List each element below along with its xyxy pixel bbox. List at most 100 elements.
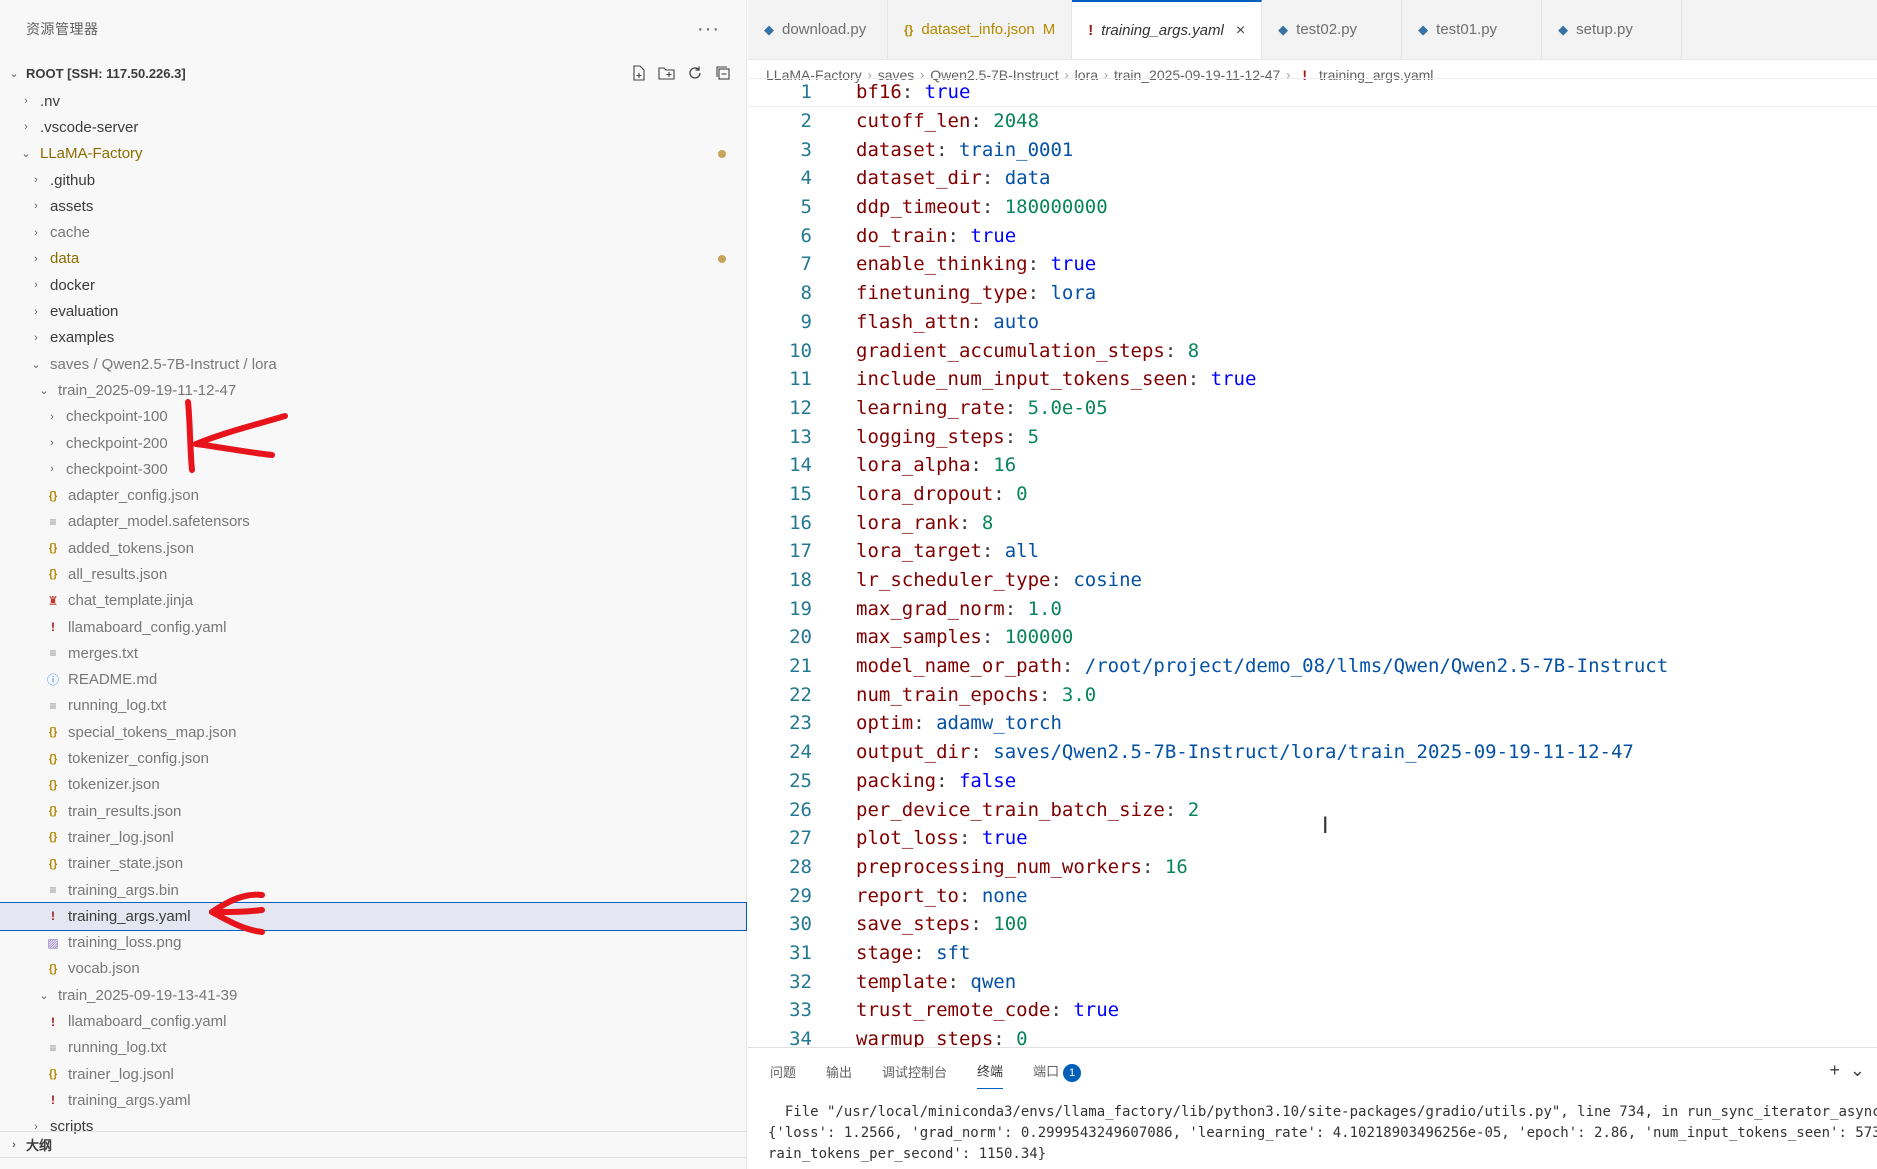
yaml-file-icon: ! bbox=[51, 909, 55, 924]
tree-file[interactable]: ⓘ README.md bbox=[0, 667, 746, 693]
tree-file[interactable]: {} trainer_state.json bbox=[0, 851, 746, 877]
python-file-icon: ◆ bbox=[764, 21, 774, 37]
editor-tab[interactable]: {} dataset_info.json M bbox=[888, 0, 1073, 59]
tree-file[interactable]: ≡ merges.txt bbox=[0, 640, 746, 666]
chevron-right-icon: › bbox=[24, 95, 28, 108]
line-number: 15 bbox=[789, 482, 812, 505]
panel-tab[interactable]: 端口 1 bbox=[1033, 1053, 1082, 1090]
tree-file[interactable]: ! training_args.yaml bbox=[0, 1087, 746, 1113]
yaml-key: include_num_input_tokens_seen bbox=[856, 368, 1188, 391]
code-text: packing: false bbox=[856, 769, 1017, 792]
yaml-key: template bbox=[856, 970, 948, 993]
tree-file[interactable]: ! llamaboard_config.yaml bbox=[0, 1008, 746, 1034]
more-actions-icon[interactable]: ··· bbox=[697, 18, 720, 41]
workspace-root-row[interactable]: ⌄ ROOT [SSH: 117.50.226.3] bbox=[0, 58, 746, 88]
tree-file[interactable]: {} tokenizer.json bbox=[0, 772, 746, 798]
tree-folder[interactable]: ⌄ LLaMA-Factory bbox=[0, 141, 746, 167]
tree-file[interactable]: ! llamaboard_config.yaml bbox=[0, 614, 746, 640]
tree-item-label: adapter_model.safetensors bbox=[68, 513, 250, 531]
yaml-key: packing bbox=[856, 769, 937, 792]
tree-file[interactable]: {} all_results.json bbox=[0, 561, 746, 587]
tree-folder[interactable]: › examples bbox=[0, 325, 746, 351]
editor-tab[interactable]: ◆ download.py bbox=[748, 0, 888, 59]
editor-tab[interactable]: ◆ setup.py bbox=[1542, 0, 1683, 59]
tree-folder[interactable]: › data bbox=[0, 246, 746, 272]
yaml-key: num_train_epochs bbox=[856, 683, 1040, 706]
tree-file[interactable]: ≡ training_args.bin bbox=[0, 877, 746, 903]
tree-file[interactable]: {} adapter_config.json bbox=[0, 482, 746, 508]
tree-file[interactable]: {} added_tokens.json bbox=[0, 535, 746, 561]
tree-folder[interactable]: › assets bbox=[0, 193, 746, 219]
new-terminal-icon[interactable]: + bbox=[1829, 1060, 1840, 1081]
panel-tab[interactable]: 调试控制台 bbox=[882, 1054, 947, 1089]
tree-file[interactable]: ≡ adapter_model.safetensors bbox=[0, 509, 746, 535]
code-text: bf16: true bbox=[856, 81, 971, 104]
tree-folder[interactable]: › .github bbox=[0, 167, 746, 193]
tree-folder[interactable]: › checkpoint-200 bbox=[0, 430, 746, 456]
tree-file[interactable]: {} trainer_log.jsonl bbox=[0, 824, 746, 850]
code-text: trust_remote_code: true bbox=[856, 999, 1120, 1022]
panel-tab[interactable]: 输出 bbox=[826, 1054, 852, 1089]
chevron-right-icon: › bbox=[34, 252, 38, 265]
tree-item-label: examples bbox=[50, 329, 115, 347]
yaml-value: true bbox=[924, 81, 971, 104]
tree-file[interactable]: ≡ running_log.txt bbox=[0, 1035, 746, 1061]
code-line: 12 learning_rate: 5.0e-05 bbox=[748, 394, 1877, 423]
tree-item-label: .github bbox=[50, 171, 96, 189]
yaml-key: preprocessing_num_workers bbox=[856, 855, 1142, 878]
tree-file[interactable]: ▨ training_loss.png bbox=[0, 930, 746, 956]
code-text: lora_dropout: 0 bbox=[856, 482, 1028, 505]
json-file-icon: {} bbox=[48, 489, 58, 502]
tree-file[interactable]: {} trainer_log.jsonl bbox=[0, 1061, 746, 1087]
chevron-down-icon[interactable]: ⌄ bbox=[1850, 1060, 1865, 1081]
editor-tab[interactable]: ◆ test02.py bbox=[1262, 0, 1403, 59]
python-file-icon: ◆ bbox=[1418, 21, 1429, 37]
tab-label: training_args.yaml bbox=[1101, 22, 1224, 39]
yaml-key: lr_scheduler_type bbox=[856, 569, 1051, 592]
tree-item-label: chat_template.jinja bbox=[68, 592, 194, 610]
panel-tab[interactable]: 终端 bbox=[977, 1053, 1004, 1089]
yaml-value: false bbox=[958, 769, 1017, 792]
panel-tab[interactable]: 问题 bbox=[770, 1054, 796, 1089]
tree-folder[interactable]: ⌄ train_2025-09-19-13-41-39 bbox=[0, 982, 746, 1008]
tree-folder[interactable]: › docker bbox=[0, 272, 746, 298]
tree-file[interactable]: ≡ running_log.txt bbox=[0, 693, 746, 719]
close-icon[interactable]: × bbox=[1236, 22, 1245, 40]
yaml-value: lora bbox=[1050, 282, 1097, 305]
line-number: 28 bbox=[789, 855, 812, 878]
new-folder-icon[interactable] bbox=[658, 64, 676, 82]
line-number: 14 bbox=[789, 454, 812, 477]
tree-file[interactable]: {} tokenizer_config.json bbox=[0, 745, 746, 771]
tree-file[interactable]: {} special_tokens_map.json bbox=[0, 719, 746, 745]
terminal-line: {'loss': 1.2566, 'grad_norm': 0.29995432… bbox=[768, 1125, 1877, 1141]
refresh-icon[interactable] bbox=[686, 64, 704, 82]
tab-label: dataset_info.json bbox=[921, 21, 1035, 38]
tree-file[interactable]: {} vocab.json bbox=[0, 956, 746, 982]
tree-folder[interactable]: ⌄ saves / Qwen2.5-7B-Instruct / lora bbox=[0, 351, 746, 377]
tree-folder[interactable]: › cache bbox=[0, 219, 746, 245]
yaml-value: sft bbox=[936, 941, 971, 964]
tree-file[interactable]: {} train_results.json bbox=[0, 798, 746, 824]
tree-folder[interactable]: › .vscode-server bbox=[0, 114, 746, 140]
collapse-all-icon[interactable] bbox=[714, 64, 732, 82]
tree-item-label: train_2025-09-19-11-12-47 bbox=[58, 381, 237, 399]
tree-file[interactable]: ! training_args.yaml bbox=[0, 902, 747, 931]
tree-folder[interactable]: › .nv bbox=[0, 88, 746, 114]
json-file-icon: {} bbox=[48, 778, 58, 791]
code-text: enable_thinking: true bbox=[856, 253, 1097, 276]
new-file-icon[interactable] bbox=[630, 64, 648, 82]
terminal-output[interactable]: File "/usr/local/miniconda3/envs/llama_f… bbox=[768, 1102, 1877, 1169]
tree-folder[interactable]: › evaluation bbox=[0, 298, 746, 324]
code-line: 21 model_name_or_path: /root/project/demo… bbox=[748, 652, 1877, 681]
tree-folder[interactable]: › checkpoint-300 bbox=[0, 456, 746, 482]
tree-item-label: checkpoint-200 bbox=[66, 434, 168, 452]
code-text: ddp_timeout: 180000000 bbox=[856, 196, 1108, 219]
outline-section[interactable]: › 大纲 bbox=[0, 1131, 747, 1157]
tree-file[interactable]: ♜ chat_template.jinja bbox=[0, 588, 746, 614]
editor-tab[interactable]: ◆ test01.py bbox=[1402, 0, 1543, 59]
timeline-section[interactable] bbox=[0, 1157, 747, 1169]
tree-folder[interactable]: ⌄ train_2025-09-19-11-12-47 bbox=[0, 377, 746, 403]
code-view[interactable]: 1 bf16: true 2 cutoff_len: 2048 3 dataset: tr… bbox=[748, 78, 1877, 1047]
editor-tab[interactable]: ! training_args.yaml × bbox=[1072, 0, 1263, 59]
tree-folder[interactable]: › checkpoint-100 bbox=[0, 404, 746, 430]
